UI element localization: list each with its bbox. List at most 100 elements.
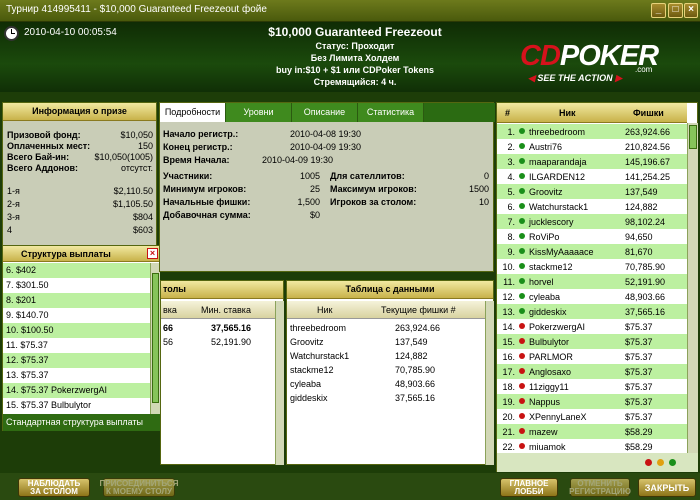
tables-row[interactable]: 66 37,565.16 [161, 321, 275, 335]
player-row[interactable]: 9. KissMyAaaaace 81,670 [497, 244, 687, 259]
player-status-icon [519, 233, 525, 239]
player-status-icon [519, 143, 525, 149]
detail-label: Участники: [163, 171, 213, 181]
join-my-table-button[interactable]: ПРИСОЕДИНИТЬСЯ К МОЕМУ СТОЛУ [100, 478, 178, 497]
player-row[interactable]: 2. Austri76 210,824.56 [497, 139, 687, 154]
player-status-icon [519, 308, 525, 314]
player-status-icon [519, 158, 525, 164]
player-status-icon [519, 263, 525, 269]
data-col-nick[interactable]: Ник [317, 305, 332, 315]
payout-item: 6. $402 [3, 263, 150, 278]
player-status-icon [519, 428, 525, 434]
player-chips: 145,196.67 [625, 157, 671, 167]
details-panel: Подробности Уровни Описание Статистика Нача… [159, 102, 495, 272]
tab-statistics[interactable]: Статистика [358, 103, 424, 122]
close-button[interactable]: ЗАКРЫТЬ [638, 478, 696, 497]
data-scrollbar[interactable] [485, 301, 494, 465]
player-row[interactable]: 16. PARLMOR $75.37 [497, 349, 687, 364]
status-green-icon [669, 459, 676, 466]
player-chips: $75.37 [625, 352, 653, 362]
player-row[interactable]: 1. threebedroom 263,924.66 [497, 124, 687, 139]
player-row[interactable]: 17. Anglosaxo $75.37 [497, 364, 687, 379]
data-cell-nick: giddeskix [290, 393, 328, 403]
tables-scrollbar[interactable] [275, 301, 284, 465]
player-row[interactable]: 21. mazew $58.29 [497, 424, 687, 439]
player-status-icon [519, 218, 525, 224]
main-lobby-button[interactable]: ГЛАВНОЕ ЛОББИ [500, 478, 558, 497]
prize-place-label: 2-я [7, 199, 20, 209]
players-panel: # Ник Фишки 1. threebedroom 263,924.66 2. Au… [496, 102, 698, 472]
player-nick: RoViPo [529, 232, 560, 242]
player-row[interactable]: 22. miuamok $58.29 [497, 439, 687, 454]
player-row[interactable]: 14. PokerzwergAI $75.37 [497, 319, 687, 334]
payout-structure-popup: Структура выплаты × 6. $402 7. $301.50 8. … [2, 245, 160, 431]
player-row[interactable]: 13. giddeskix 37,565.16 [497, 304, 687, 319]
prize-value: отсутст. [121, 163, 153, 173]
players-col-chips[interactable]: Фишки [633, 108, 664, 118]
player-rank: 18. [502, 382, 515, 392]
payout-scrollbar[interactable] [150, 263, 160, 414]
data-cell-chips: 124,882 [395, 351, 428, 361]
data-row[interactable]: giddeskix 37,565.16 [287, 391, 485, 405]
player-row[interactable]: 18. 11ziggy11 $75.37 [497, 379, 687, 394]
player-row[interactable]: 8. RoViPo 94,650 [497, 229, 687, 244]
prize-place-label: 4 [7, 225, 13, 235]
maximize-button[interactable]: □ [668, 3, 683, 18]
player-row[interactable]: 6. Watchurstack1 124,882 [497, 199, 687, 214]
prize-label: Всего Аддонов: [7, 163, 79, 173]
players-col-nick[interactable]: Ник [559, 108, 576, 118]
player-row[interactable]: 15. Bulbulytor $75.37 [497, 334, 687, 349]
data-row[interactable]: cyleaba 48,903.66 [287, 377, 485, 391]
player-row[interactable]: 5. Groovitz 137,549 [497, 184, 687, 199]
player-nick: KissMyAaaaace [529, 247, 594, 257]
detail-label: Время Начала: [163, 155, 230, 165]
players-col-num[interactable]: # [505, 108, 510, 118]
prize-label: Оплаченных мест: [7, 141, 91, 151]
close-window-button[interactable]: × [684, 3, 698, 18]
player-nick: 11ziggy11 [529, 382, 569, 392]
player-nick: Nappus [529, 397, 561, 407]
data-cell-nick: cyleaba [290, 379, 322, 389]
status-red-icon [645, 459, 652, 466]
tables-row[interactable]: 56 52,191.90 [161, 335, 275, 349]
player-row[interactable]: 10. stackme12 70,785.90 [497, 259, 687, 274]
player-rank: 13. [502, 307, 515, 317]
cancel-registration-button[interactable]: ОТМЕНИТЬ РЕГИСТРАЦИЮ [569, 478, 631, 497]
minimize-button[interactable]: _ [651, 3, 666, 18]
detail-label: Максимум игроков: [330, 184, 417, 194]
data-cell-nick: Groovitz [290, 337, 324, 347]
payout-footer: Стандартная структура выплаты [3, 414, 160, 431]
player-status-icon [519, 323, 525, 329]
player-row[interactable]: 4. ILGARDEN12 141,254.25 [497, 169, 687, 184]
player-rank: 11. [503, 277, 515, 287]
player-chips: $58.29 [625, 442, 653, 452]
player-nick: Groovitz [529, 187, 563, 197]
data-cell-chips: 48,903.66 [395, 379, 436, 389]
player-row[interactable]: 20. XPennyLaneX $75.37 [497, 409, 687, 424]
tab-details[interactable]: Подробности [160, 103, 226, 122]
tab-levels[interactable]: Уровни [226, 103, 292, 122]
observe-table-button[interactable]: НАБЛЮДАТЬ ЗА СТОЛОМ [18, 478, 90, 497]
tournament-speed: Стремящийся: 4 ч. [313, 77, 397, 87]
data-cell-chips: 70,785.90 [395, 365, 436, 375]
player-row[interactable]: 3. maaparandaja 145,196.67 [497, 154, 687, 169]
tables-cell-b: 37,565.16 [211, 323, 252, 333]
tables-col-a: вка [163, 305, 177, 315]
data-row[interactable]: Watchurstack1 124,882 [287, 349, 485, 363]
player-rank: 8. [507, 232, 515, 242]
tab-description[interactable]: Описание [292, 103, 358, 122]
players-scrollbar[interactable] [687, 123, 698, 453]
player-row[interactable]: 12. cyleaba 48,903.66 [497, 289, 687, 304]
close-payout-icon[interactable]: × [147, 248, 158, 259]
player-row[interactable]: 19. Nappus $75.37 [497, 394, 687, 409]
player-status-icon [519, 353, 525, 359]
player-row[interactable]: 11. horvel 52,191.90 [497, 274, 687, 289]
data-row[interactable]: threebedroom 263,924.66 [287, 321, 485, 335]
prize-place-label: 1-я [7, 186, 20, 196]
data-col-chips[interactable]: Текущие фишки # [381, 305, 456, 315]
player-row[interactable]: 7. jucklescory 98,102.24 [497, 214, 687, 229]
player-chips: $75.37 [625, 412, 653, 422]
data-row[interactable]: Groovitz 137,549 [287, 335, 485, 349]
tournament-status: Статус: Проходит [315, 41, 395, 51]
data-row[interactable]: stackme12 70,785.90 [287, 363, 485, 377]
